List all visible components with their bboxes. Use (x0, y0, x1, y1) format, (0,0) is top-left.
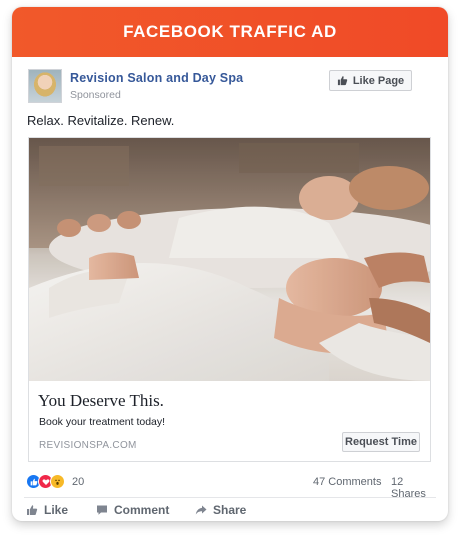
comment-button[interactable]: Comment (96, 503, 169, 517)
page-name-link[interactable]: Revision Salon and Day Spa (70, 71, 243, 85)
comment-label: Comment (114, 503, 170, 517)
post-header: Revision Salon and Day Spa Sponsored Lik… (12, 57, 448, 105)
comment-bubble-icon (97, 505, 107, 515)
reaction-count[interactable]: 20 (72, 476, 84, 488)
post-actions-bar: Like Comment Share (12, 503, 448, 521)
like-page-label: Like Page (352, 74, 405, 87)
wow-reaction-icon (50, 474, 65, 489)
share-button[interactable]: Share (195, 503, 246, 517)
request-time-button[interactable]: Request Time (342, 432, 420, 452)
ad-type-banner: FACEBOOK TRAFFIC AD (12, 7, 448, 57)
reaction-icons[interactable] (26, 474, 65, 489)
comments-count[interactable]: 47 Comments (313, 476, 381, 488)
banner-title: FACEBOOK TRAFFIC AD (123, 22, 337, 41)
like-button[interactable]: Like (26, 503, 68, 517)
post-message: Relax. Revitalize. Renew. (27, 113, 175, 128)
ad-photo-spa-massage[interactable] (29, 138, 430, 381)
engagement-summary: 20 47 Comments 12 Shares (26, 474, 436, 500)
ad-domain: REVISIONSPA.COM (39, 440, 137, 451)
thumbs-up-icon (27, 505, 38, 515)
ad-link-details[interactable]: You Deserve This. Book your treatment to… (29, 381, 430, 461)
spa-photo-illustration (29, 138, 430, 381)
share-label: Share (213, 503, 247, 517)
like-label: Like (44, 503, 69, 517)
ad-description: Book your treatment today! (39, 416, 166, 428)
share-arrow-icon (195, 505, 207, 515)
like-page-button[interactable]: Like Page (329, 70, 412, 91)
facebook-ad-card: FACEBOOK TRAFFIC AD Revision Salon and D… (12, 7, 448, 521)
ad-headline[interactable]: You Deserve This. (38, 391, 164, 411)
divider (24, 497, 436, 498)
page-avatar[interactable] (28, 69, 62, 103)
ad-creative[interactable]: You Deserve This. Book your treatment to… (28, 137, 431, 462)
thumbs-up-icon (337, 76, 348, 86)
sponsored-label[interactable]: Sponsored (70, 89, 121, 101)
